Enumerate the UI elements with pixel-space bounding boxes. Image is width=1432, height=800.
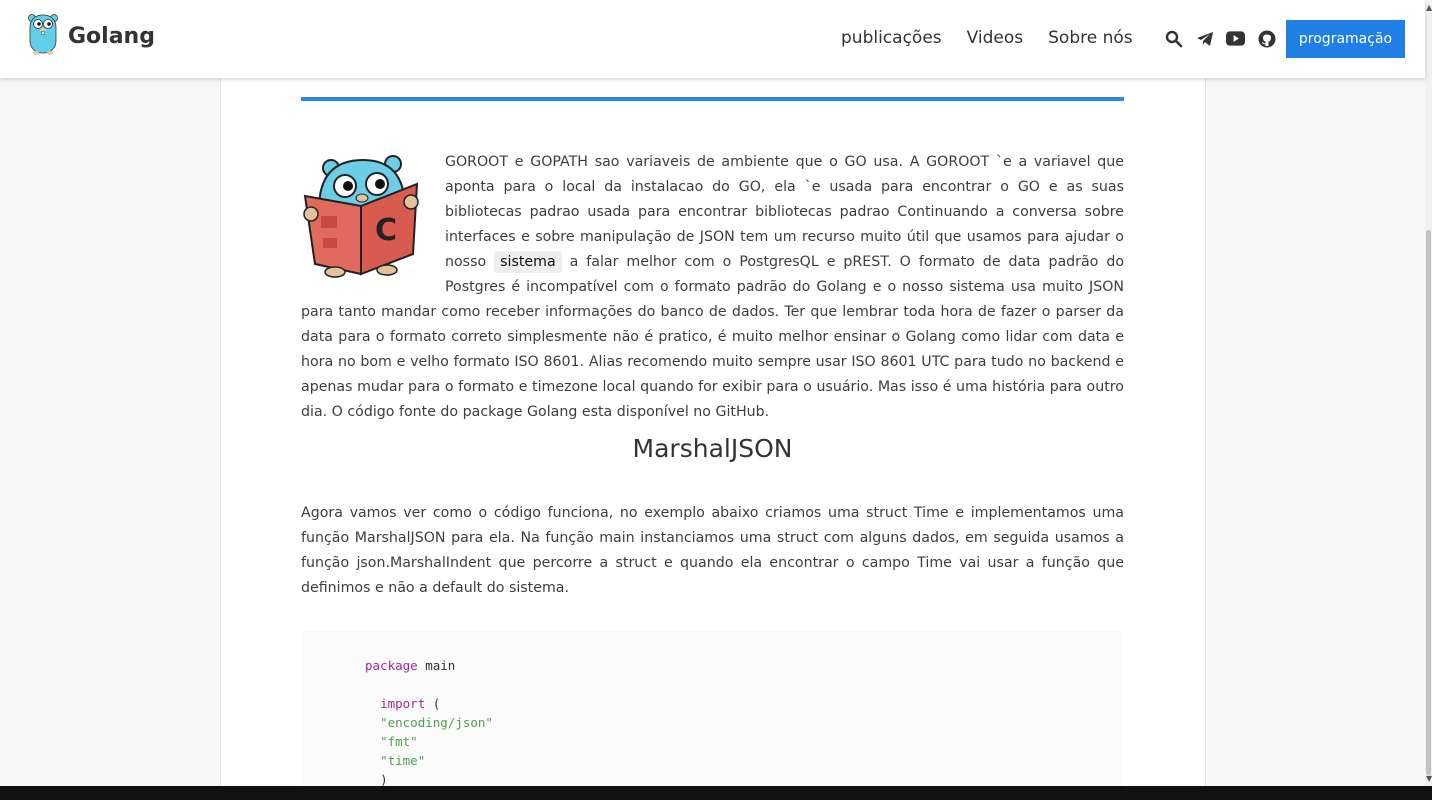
github-icon[interactable] [1257,29,1276,48]
nav-videos[interactable]: Videos [967,28,1024,48]
code-open-paren: ( [432,696,441,711]
inline-code-sistema: sistema [494,251,562,273]
youtube-icon[interactable] [1226,29,1245,48]
nav-publicacoes[interactable]: publicações [841,28,942,48]
programacao-button[interactable]: programação [1286,20,1405,58]
section-heading: MarshalJSON [632,434,793,463]
code-package-name: main [425,658,456,673]
site-header: Golang publicações Videos Sobre nós prog… [0,0,1425,78]
brand-link[interactable]: Golang [28,12,155,60]
code-keyword-package: package [365,658,418,673]
svg-text:C: C [375,213,397,248]
title-rule [301,97,1124,101]
scroll-down-icon[interactable]: ▼ [1426,774,1432,783]
search-icon[interactable] [1164,29,1183,48]
main-nav: publicações Videos Sobre nós [841,28,1133,48]
marshaljson-paragraph: Agora vamos ver como o código funciona, … [301,505,1124,596]
taskbar-strip [0,786,1432,800]
code-keyword-import: import [380,696,426,711]
telegram-icon[interactable] [1195,29,1214,48]
code-close-paren: ) [380,772,388,787]
nav-sobre-nos[interactable]: Sobre nós [1048,28,1133,48]
article-body: C GOROOT e GOPATH sao variaveis de ambie… [301,150,1124,425]
gopher-reading-book-image: C [301,154,423,278]
scroll-up-icon[interactable]: ▲ [1426,3,1432,12]
social-icons [1164,29,1276,48]
intro-paragraph: C GOROOT e GOPATH sao variaveis de ambie… [301,150,1124,425]
gopher-logo-icon [28,12,58,60]
code-block: package main import ( "encoding/json" "f… [301,631,1124,787]
code-import-line: "encoding/json" [380,715,493,730]
brand-name: Golang [68,23,155,49]
code-import-line: "fmt" [380,734,418,749]
intro-text-after: a falar melhor com o PostgresQL e pREST.… [301,254,1125,420]
code-content: package main import ( "encoding/json" "f… [365,656,493,787]
code-import-line: "time" [380,753,426,768]
scrollbar-thumb[interactable] [1426,230,1431,775]
